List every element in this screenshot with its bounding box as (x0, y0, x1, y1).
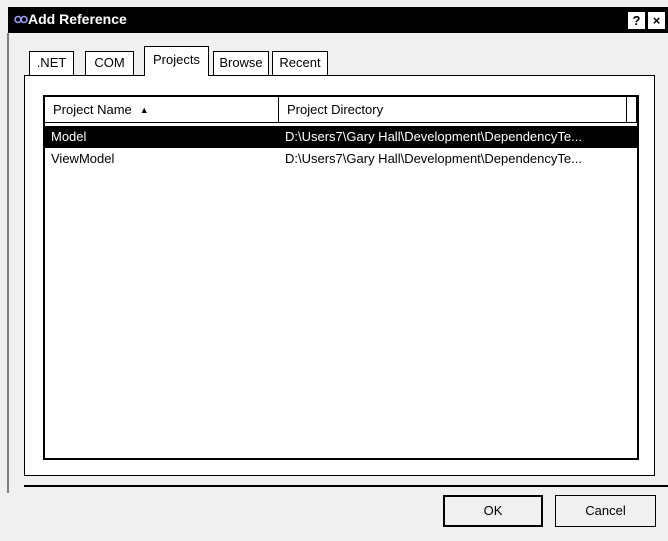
add-reference-dialog: Add Reference ? × .NET COM Projects Brow… (0, 0, 668, 541)
column-header-project-name[interactable]: Project Name ▲ (45, 97, 279, 123)
reference-icon (14, 15, 28, 24)
project-name-cell: Model (51, 129, 87, 144)
ok-button[interactable]: OK (443, 495, 543, 527)
column-header-filler (627, 97, 637, 123)
tab-recent[interactable]: Recent (272, 51, 328, 75)
tab-com[interactable]: COM (85, 51, 134, 75)
window-border (7, 33, 9, 493)
column-header-project-directory[interactable]: Project Directory (279, 97, 627, 123)
project-directory-cell: D:\Users7\Gary Hall\Development\Dependen… (285, 151, 582, 166)
close-button[interactable]: × (648, 12, 665, 29)
cancel-button[interactable]: Cancel (555, 495, 656, 527)
project-name-cell: ViewModel (51, 151, 115, 166)
tab-browse[interactable]: Browse (213, 51, 269, 75)
column-header-label: Project Directory (287, 102, 384, 117)
project-list[interactable]: Project Name ▲ Project Directory Model D:… (43, 95, 639, 460)
tab-dotnet[interactable]: .NET (29, 51, 74, 75)
list-item[interactable]: Model D:\Users7\Gary Hall\Development\De… (45, 126, 637, 148)
title-bar[interactable]: Add Reference ? × (8, 7, 668, 33)
project-directory-cell: D:\Users7\Gary Hall\Development\Dependen… (285, 129, 582, 144)
window-title: Add Reference (28, 11, 127, 27)
divider (24, 485, 668, 487)
list-item[interactable]: ViewModel D:\Users7\Gary Hall\Developmen… (45, 148, 637, 170)
column-header-label: Project Name (53, 102, 132, 117)
sort-ascending-icon: ▲ (139, 105, 149, 115)
tab-projects[interactable]: Projects (144, 46, 209, 76)
help-button[interactable]: ? (628, 12, 645, 29)
